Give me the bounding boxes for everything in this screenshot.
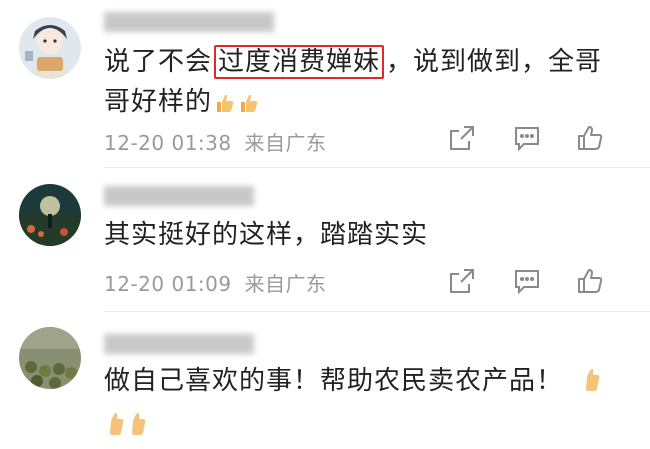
thumbs-up-emoji: [238, 86, 260, 126]
comment-text: 做自己喜欢的事！帮助农民卖农产品！: [104, 361, 620, 449]
thumbs-up-emoji: [214, 86, 236, 126]
comment-icon[interactable]: [512, 266, 544, 298]
comment-text: 说了不会 过度消费婵妹 ，说到做到，全哥哥好样的: [104, 42, 620, 126]
thumbs-up-emoji: [106, 409, 126, 449]
comment-text: 其实挺好的这样，踏踏实实: [104, 220, 429, 250]
share-icon[interactable]: [447, 266, 479, 298]
avatar[interactable]: [19, 17, 81, 79]
divider: [104, 167, 650, 168]
comment-date: 12-20 01:38: [104, 131, 232, 155]
username-blurred[interactable]: [104, 12, 274, 32]
thumbs-up-emoji: [128, 409, 148, 449]
username-blurred[interactable]: [104, 334, 254, 354]
comment-text-part: 做自己喜欢的事！帮助农民卖农产品！: [104, 366, 564, 396]
comment-meta: 12-20 01:38 来自广东: [104, 127, 326, 156]
share-icon[interactable]: [447, 123, 479, 155]
comment-icon[interactable]: [512, 123, 544, 155]
comment-date: 12-20 01:09: [104, 272, 232, 296]
thumbs-up-icon[interactable]: [575, 266, 607, 298]
comment-meta: 12-20 01:09 来自广东: [104, 268, 326, 297]
thumbs-up-emoji: [582, 365, 602, 405]
comment-location: 来自广东: [244, 272, 327, 296]
avatar[interactable]: [19, 327, 81, 389]
highlighted-text: 过度消费婵妹: [214, 45, 385, 79]
username-blurred[interactable]: [104, 186, 254, 206]
comment-location: 来自广东: [244, 131, 327, 155]
avatar[interactable]: [19, 184, 81, 246]
comment-text-part: 说了不会: [104, 47, 213, 77]
divider: [104, 311, 650, 312]
thumbs-up-icon[interactable]: [575, 123, 607, 155]
